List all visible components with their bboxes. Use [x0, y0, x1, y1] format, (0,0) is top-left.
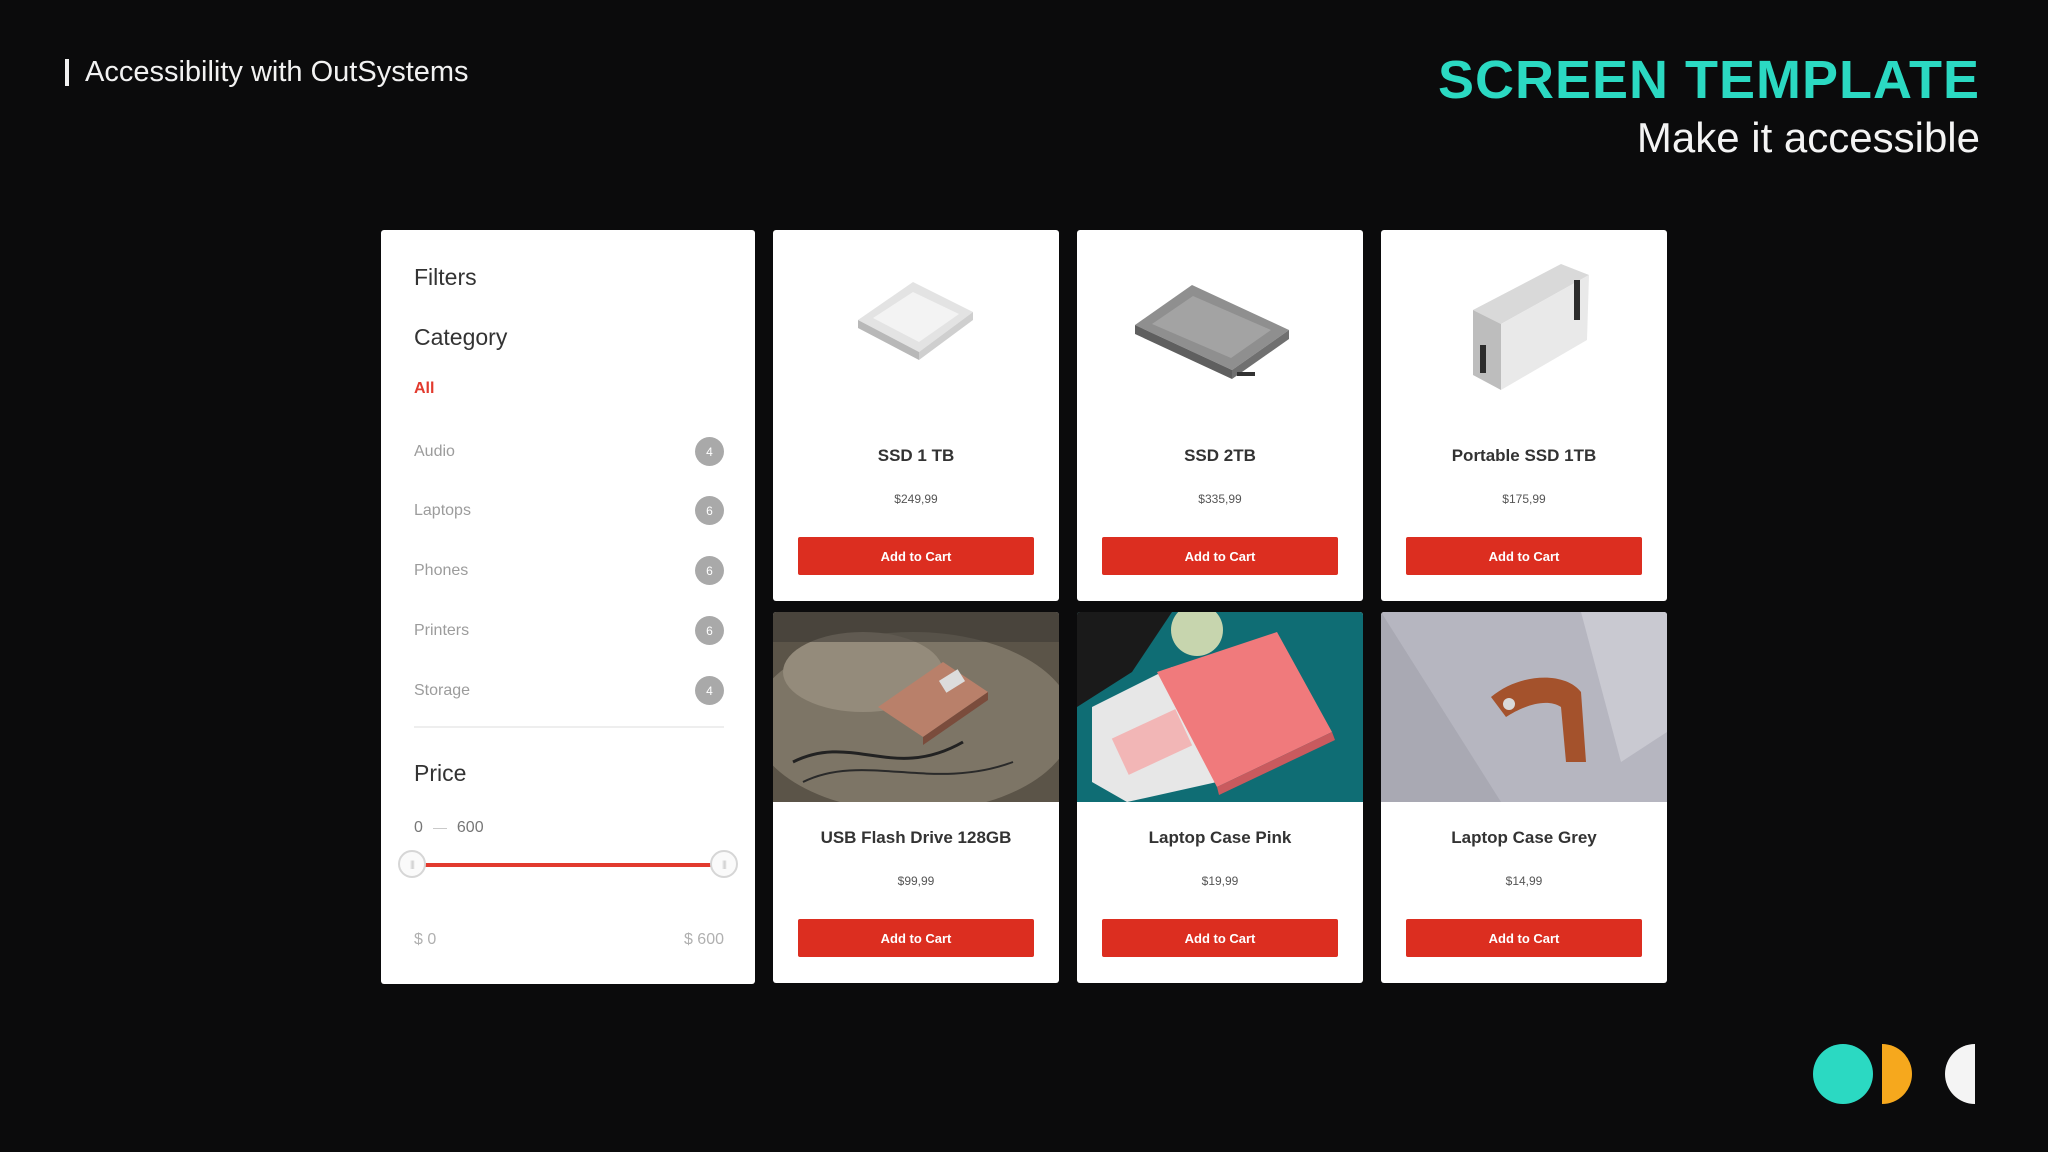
ssd-grey-image [1135, 285, 1289, 379]
category-label: Storage [414, 681, 471, 699]
category-item-laptops[interactable]: Laptops 6 [414, 496, 724, 525]
kicker-text: Accessibility with OutSystems [85, 56, 469, 88]
product-price: $249,99 [894, 492, 938, 506]
product-name: Laptop Case Pink [1148, 828, 1292, 847]
range-min-value: 0 [414, 819, 423, 836]
product-card: USB Flash Drive 128GB $99,99 Add to Cart [773, 612, 1059, 983]
slide-title: SCREEN TEMPLATE [1437, 50, 1980, 110]
count-badge: 6 [695, 496, 724, 525]
category-item-audio[interactable]: Audio 4 [414, 437, 724, 466]
range-max-value: 600 [456, 819, 484, 836]
product-card: Laptop Case Pink $19,99 Add to Cart [1077, 612, 1363, 983]
slide-subtitle: Make it accessible [1636, 114, 1980, 161]
brand-logo [1813, 1044, 1975, 1104]
filters-panel: Filters Category All Audio 4 Laptops 6 P… [381, 230, 755, 984]
price-range-readout: 0 600 [414, 819, 484, 837]
slide-kicker: Accessibility with OutSystems [65, 56, 469, 89]
add-to-cart-button[interactable]: Add to Cart [1102, 919, 1338, 957]
category-label: All [414, 380, 435, 397]
product-price: $14,99 [1505, 874, 1543, 888]
price-slider-track[interactable] [412, 863, 724, 867]
category-label: Phones [414, 561, 469, 579]
usb-flash-drive-image [773, 612, 1059, 802]
laptop-case-pink-image [1077, 612, 1363, 802]
ssd-silver-image [858, 282, 973, 360]
category-item-phones[interactable]: Phones 6 [414, 556, 724, 585]
divider [414, 726, 724, 728]
category-label: Printers [414, 621, 470, 639]
product-name: USB Flash Drive 128GB [820, 828, 1012, 847]
product-price: $19,99 [1201, 874, 1239, 888]
count-badge: 6 [695, 556, 724, 585]
add-to-cart-button[interactable]: Add to Cart [1102, 537, 1338, 575]
category-item-printers[interactable]: Printers 6 [414, 616, 724, 645]
slide: Accessibility with OutSystems SCREEN TEM… [0, 0, 2048, 1152]
category-label: Laptops [414, 501, 471, 519]
price-slider-min-handle[interactable]: ||| [398, 850, 426, 878]
product-card: SSD 1 TB $249,99 Add to Cart [773, 230, 1059, 601]
add-to-cart-button[interactable]: Add to Cart [798, 919, 1034, 957]
kicker-bar [65, 59, 69, 86]
portable-ssd-image [1473, 264, 1589, 390]
price-slider-max-handle[interactable]: ||| [710, 850, 738, 878]
category-heading: Category [414, 324, 508, 350]
product-card: Portable SSD 1TB $175,99 Add to Cart [1381, 230, 1667, 601]
slider-max-label: $ 600 [683, 931, 724, 948]
slider-min-label: $ 0 [414, 931, 437, 948]
product-name: SSD 2TB [1184, 446, 1256, 465]
price-heading: Price [414, 760, 467, 786]
filters-heading: Filters [414, 264, 477, 290]
product-price: $175,99 [1502, 492, 1546, 506]
title-block: SCREEN TEMPLATE Make it accessible [1438, 50, 1980, 166]
count-badge: 4 [695, 676, 724, 705]
product-name: Portable SSD 1TB [1451, 446, 1597, 465]
category-item-all[interactable]: All [414, 380, 434, 398]
category-item-storage[interactable]: Storage 4 [414, 676, 724, 705]
add-to-cart-button[interactable]: Add to Cart [1406, 537, 1642, 575]
product-name: Laptop Case Grey [1451, 828, 1597, 847]
product-price: $99,99 [897, 874, 935, 888]
category-label: Audio [414, 442, 455, 460]
product-price: $335,99 [1198, 492, 1242, 506]
count-badge: 4 [695, 437, 724, 466]
add-to-cart-button[interactable]: Add to Cart [798, 537, 1034, 575]
count-badge: 6 [695, 616, 724, 645]
add-to-cart-button[interactable]: Add to Cart [1406, 919, 1642, 957]
laptop-case-grey-image [1381, 612, 1667, 802]
product-name: SSD 1 TB [877, 446, 955, 465]
product-card: SSD 2TB $335,99 Add to Cart [1077, 230, 1363, 601]
product-card: Laptop Case Grey $14,99 Add to Cart [1381, 612, 1667, 983]
range-dash [432, 827, 447, 829]
